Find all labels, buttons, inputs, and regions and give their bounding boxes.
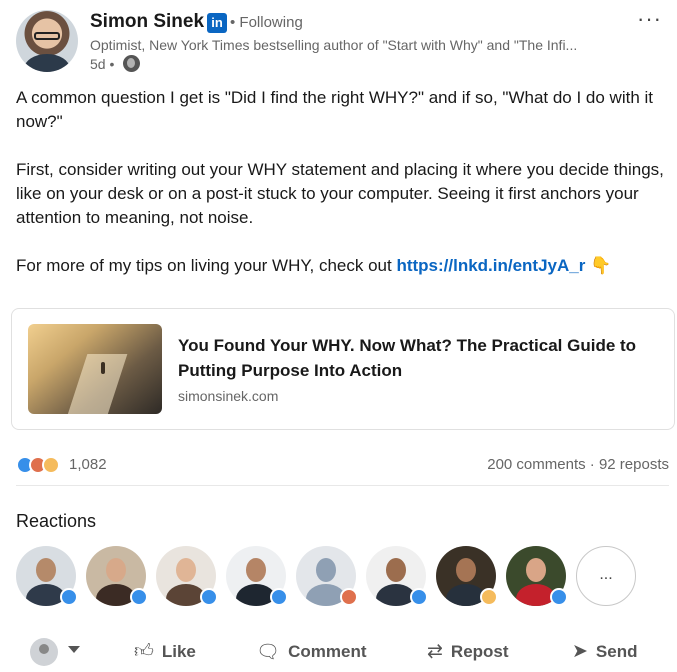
more-options-button[interactable]: ··· bbox=[637, 8, 662, 30]
comment-label: Comment bbox=[288, 642, 367, 661]
reactor-face bbox=[106, 558, 126, 582]
thumbnail-path bbox=[64, 354, 128, 414]
link-preview-card[interactable]: You Found Your WHY. Now What? The Practi… bbox=[11, 308, 675, 430]
repost-icon: ⇄ bbox=[427, 641, 443, 662]
comments-reposts-count[interactable]: 200 comments · 92 reposts bbox=[487, 456, 669, 473]
author-avatar[interactable] bbox=[16, 10, 78, 72]
love-reaction-icon bbox=[340, 588, 358, 606]
send-icon: ➤ bbox=[572, 641, 588, 662]
post-paragraph: A common question I get is "Did I find t… bbox=[16, 88, 654, 131]
linkedin-premium-icon: in bbox=[207, 13, 227, 33]
reactor-face bbox=[176, 558, 196, 582]
post-paragraph: First, consider writing out your WHY sta… bbox=[16, 160, 664, 227]
reactor-face bbox=[526, 558, 546, 582]
reactor-face bbox=[456, 558, 476, 582]
thumbnail-figure bbox=[101, 362, 105, 374]
social-counts: 1,082 200 comments · 92 reposts bbox=[16, 455, 669, 477]
like-reaction-icon bbox=[200, 588, 218, 606]
like-label: Like bbox=[161, 641, 196, 661]
like-reaction-icon bbox=[60, 588, 78, 606]
chevron-down-icon[interactable] bbox=[68, 646, 80, 653]
send-label: Send bbox=[595, 641, 638, 661]
post-link[interactable]: https://lnkd.in/entJyA_r bbox=[396, 256, 585, 275]
author-headline: Optimist, New York Times bestselling aut… bbox=[90, 37, 578, 53]
like-reaction-icon bbox=[270, 588, 288, 606]
globe-icon bbox=[123, 55, 140, 72]
following-status[interactable]: • Following bbox=[230, 14, 303, 31]
repost-button[interactable]: ⇄ Repost bbox=[427, 640, 509, 663]
author-name[interactable]: Simon Sinek bbox=[90, 11, 204, 33]
comment-icon: 🗨︎ bbox=[256, 642, 281, 663]
reactor-face bbox=[246, 558, 266, 582]
reactor-face bbox=[386, 558, 406, 582]
link-title[interactable]: You Found Your WHY. Now What? The Practi… bbox=[178, 333, 648, 383]
reactor-face bbox=[316, 558, 336, 582]
like-reaction-icon bbox=[550, 588, 568, 606]
post-text: A common question I get is "Did I find t… bbox=[16, 86, 666, 302]
thumbs-up-icon: 👍︎ bbox=[134, 641, 154, 662]
reactions-title: Reactions bbox=[16, 511, 97, 531]
avatar-shirt bbox=[24, 54, 70, 72]
actor-avatar[interactable] bbox=[30, 638, 58, 666]
like-button[interactable]: 👍︎ Like bbox=[134, 640, 196, 663]
avatar-glasses bbox=[34, 32, 60, 40]
send-button[interactable]: ➤ Send bbox=[572, 640, 637, 663]
repost-label: Repost bbox=[450, 641, 509, 661]
reactor-face bbox=[36, 558, 56, 582]
pointing-down-emoji: 👇 bbox=[590, 256, 612, 275]
link-domain: simonsinek.com bbox=[178, 388, 279, 404]
post-paragraph: For more of my tips on living your WHY, … bbox=[16, 254, 666, 278]
insightful-reaction-icon bbox=[480, 588, 498, 606]
link-thumbnail[interactable] bbox=[28, 324, 162, 414]
like-reaction-icon bbox=[410, 588, 428, 606]
more-reactions-button[interactable]: ... bbox=[576, 546, 636, 606]
post-header: Simon Sinek in • Following Optimist, New… bbox=[16, 8, 666, 72]
insightful-reaction-icon bbox=[42, 456, 60, 474]
post-age: 5d • bbox=[90, 56, 115, 72]
reaction-count[interactable]: 1,082 bbox=[69, 456, 107, 473]
divider bbox=[16, 485, 669, 486]
action-bar: 👍︎ Like 🗨︎ Comment ⇄ Repost ➤ Send bbox=[16, 632, 669, 672]
comment-button[interactable]: 🗨︎ Comment bbox=[256, 640, 367, 664]
post-paragraph-text: For more of my tips on living your WHY, … bbox=[16, 256, 397, 275]
like-reaction-icon bbox=[130, 588, 148, 606]
reaction-icons[interactable] bbox=[16, 456, 68, 476]
reactors-row: ... bbox=[16, 546, 656, 608]
